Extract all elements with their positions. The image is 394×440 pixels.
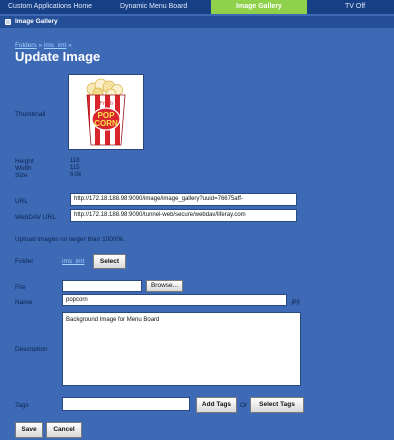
tags-label: Tags (15, 402, 29, 409)
upload-note: Upload images no larger than 10000k. (15, 236, 126, 243)
width-label: Width (15, 165, 32, 172)
tab-image-gallery[interactable]: Image Gallery (211, 0, 307, 14)
browse-button[interactable]: Browse... (146, 280, 183, 292)
breadcrumb-separator-icon: » (38, 42, 43, 49)
name-input[interactable]: popcorn (62, 294, 287, 306)
tab-dynamic-menu-board[interactable]: Dynamic Menu Board (120, 0, 187, 14)
name-extension: .jpg (290, 299, 300, 305)
select-tags-button[interactable]: Select Tags (250, 397, 304, 413)
file-input[interactable] (62, 280, 142, 292)
thumbnail-text-2: CORN (94, 119, 118, 128)
portlet-header: Image Gallery (0, 16, 394, 28)
tab-custom-applications-home[interactable]: Custom Applications Home (8, 0, 92, 14)
description-textarea[interactable]: Background Image for Menu Board (62, 312, 301, 386)
popcorn-box-icon: Fresh POP CORN (86, 78, 126, 146)
folder-label: Folder (15, 258, 34, 265)
tab-tv-off[interactable]: TV Off (345, 0, 365, 14)
breadcrumb-separator-icon: » (68, 42, 72, 49)
breadcrumb: Folders » ims_imt » (15, 42, 72, 49)
thumbnail-label: Thumbnail (15, 111, 46, 118)
thumbnail-image: Fresh POP CORN (68, 74, 144, 150)
folder-link[interactable]: ims_imt (62, 258, 84, 265)
url-label: URL (15, 198, 29, 205)
select-folder-button[interactable]: Select (93, 254, 126, 269)
width-value: 115 (70, 165, 80, 171)
url-field[interactable]: http://172.18.188.98:9090/image/image_ga… (70, 193, 297, 206)
name-label: Name (15, 299, 33, 306)
thumbnail-brand: Fresh (98, 101, 113, 107)
height-label: Height (15, 158, 34, 165)
top-navigation: Custom Applications Home Dynamic Menu Bo… (0, 0, 394, 14)
breadcrumb-folders[interactable]: Folders (15, 42, 37, 49)
cancel-button[interactable]: Cancel (46, 422, 82, 438)
description-label: Description (15, 346, 48, 353)
height-value: 118 (70, 158, 80, 164)
portlet-title: Image Gallery (15, 18, 58, 25)
or-text: Or (240, 402, 248, 409)
webdav-url-field[interactable]: http://172.18.188.98:9090/tunnel-web/sec… (70, 209, 297, 222)
file-label: File (15, 284, 26, 291)
webdav-url-label: WebDAV URL (15, 214, 56, 221)
tags-input[interactable] (62, 397, 190, 411)
add-tags-button[interactable]: Add Tags (196, 397, 237, 413)
save-button[interactable]: Save (15, 422, 43, 438)
page-title: Update Image (15, 49, 101, 64)
size-value: 6.0k (70, 172, 82, 178)
breadcrumb-folder[interactable]: ims_imt (44, 42, 66, 49)
portlet-icon (5, 19, 11, 25)
size-label: Size (15, 172, 28, 179)
